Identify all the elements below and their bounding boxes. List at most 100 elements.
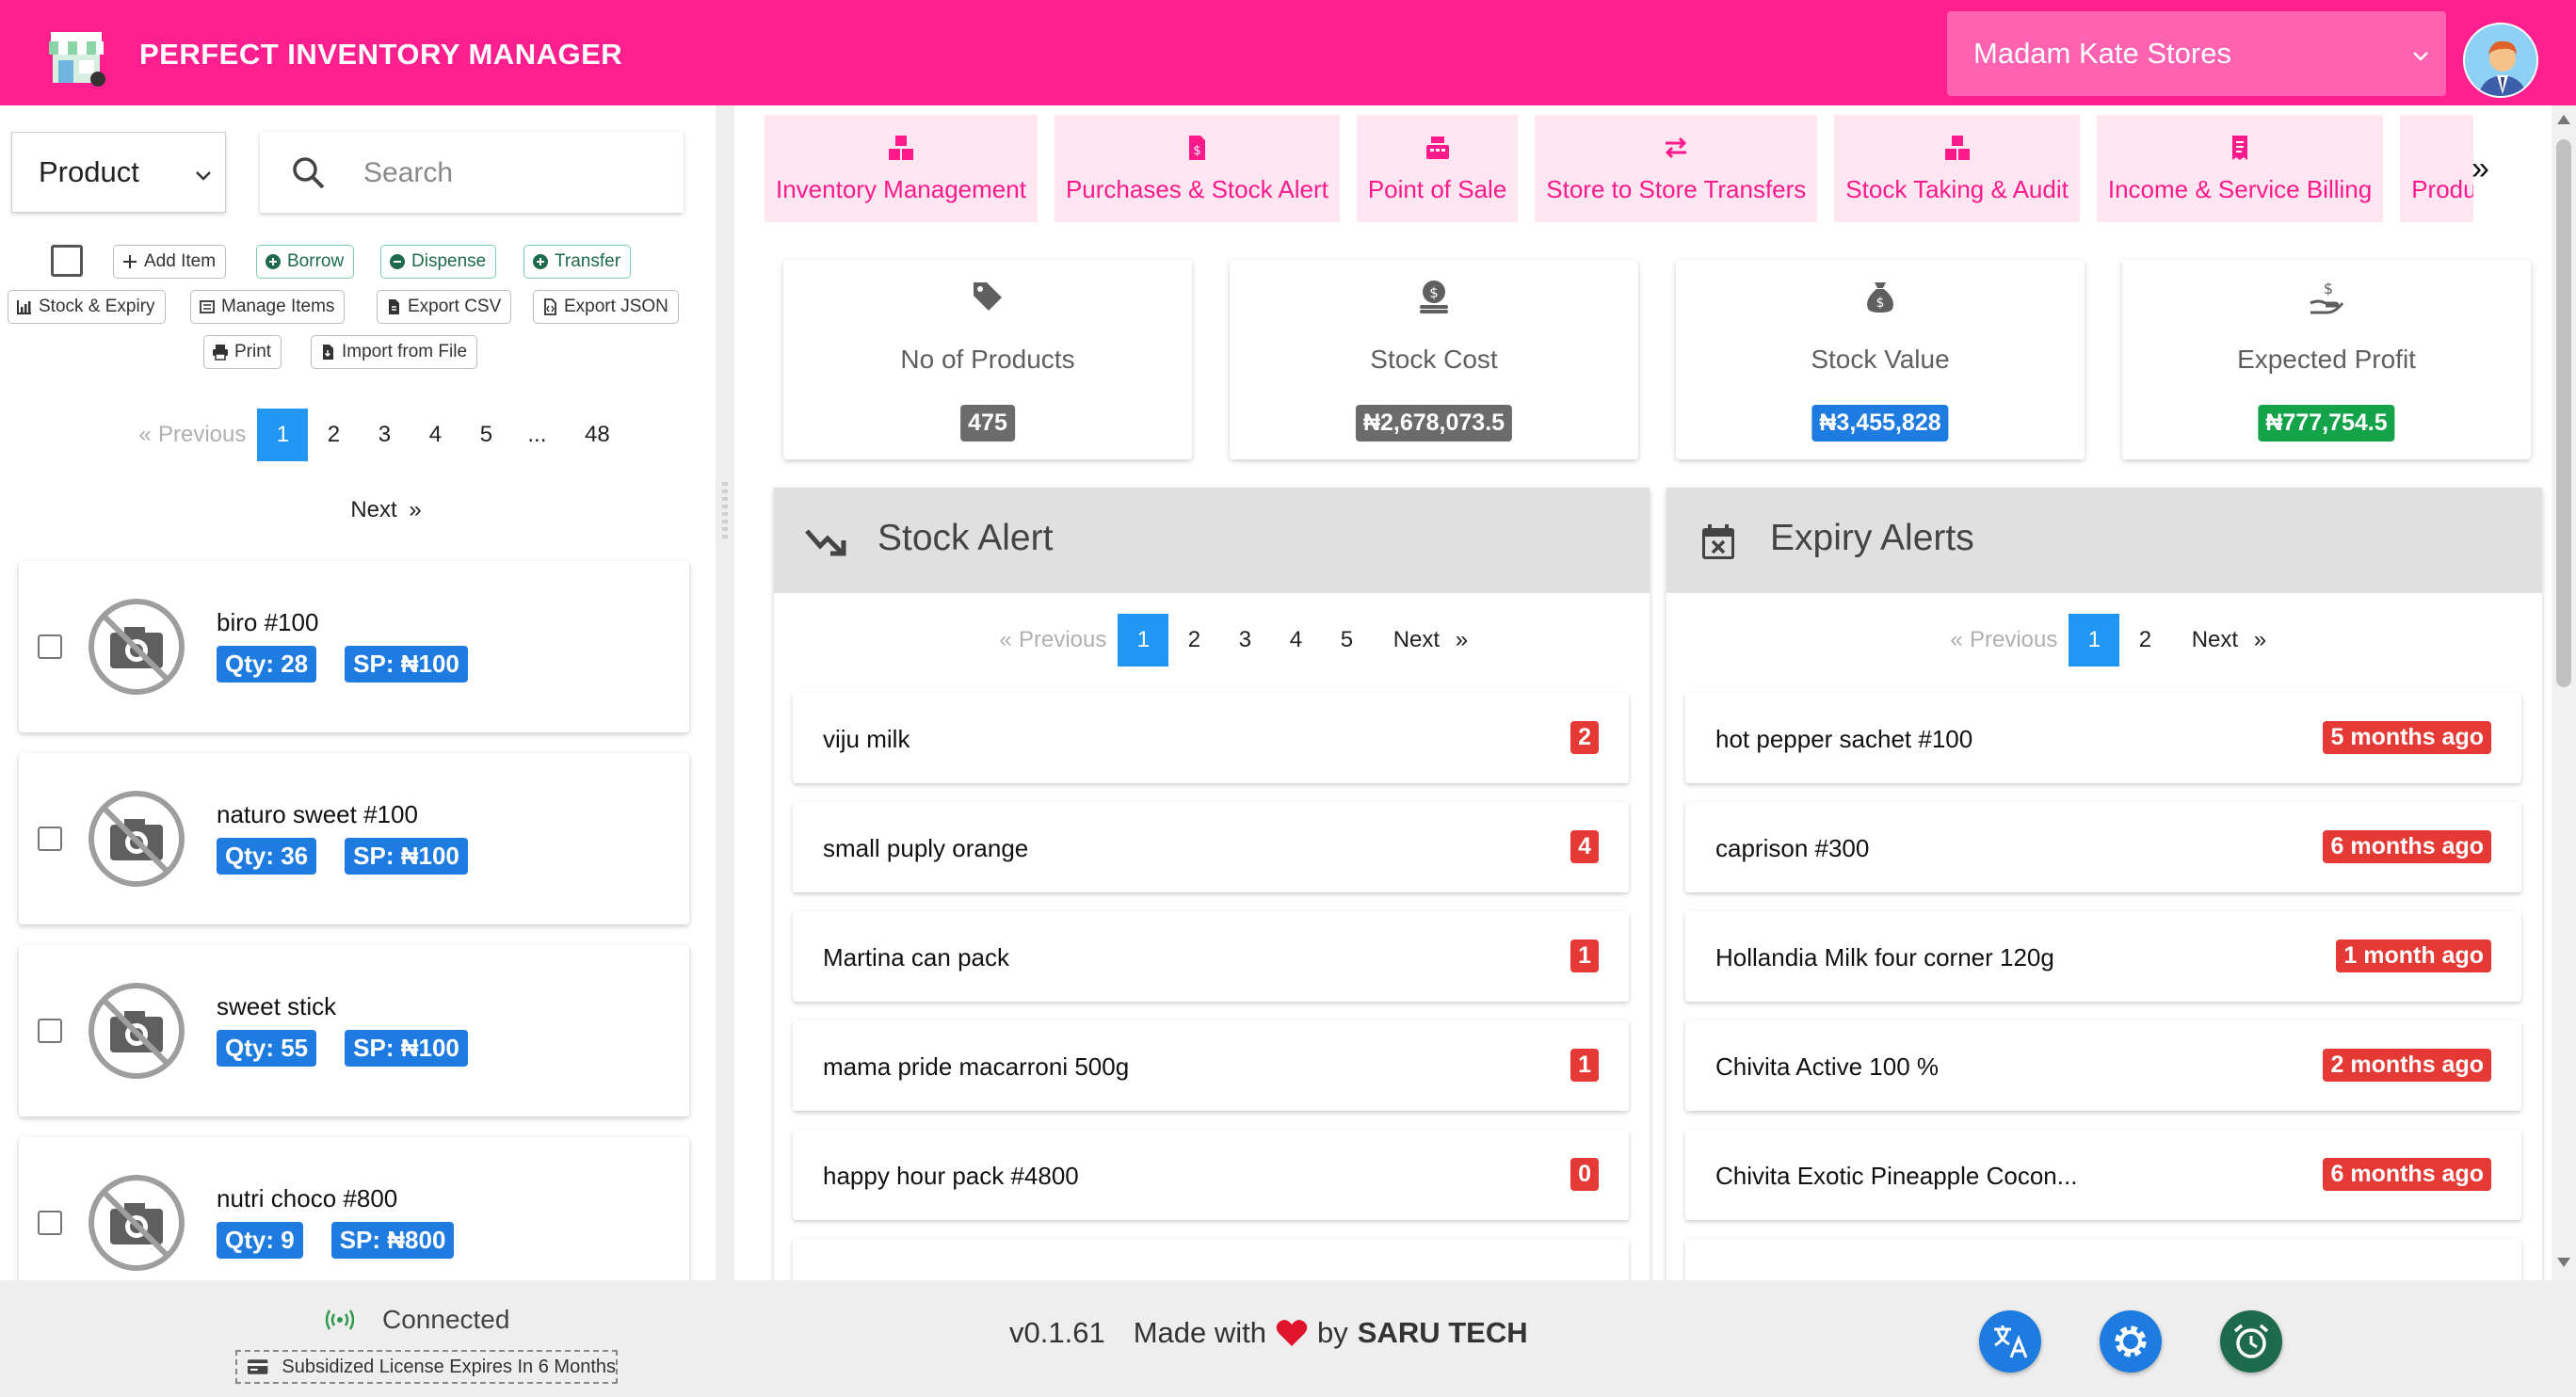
pagination-page[interactable]: 3 — [359, 409, 410, 461]
pagination-page[interactable]: 3 — [1219, 614, 1270, 666]
store-select-value: Madam Kate Stores — [1973, 37, 2231, 70]
swap-arrows-icon — [1666, 136, 1687, 159]
product-name: biro #100 — [217, 608, 319, 636]
stock-alert-row[interactable]: small puply orange 4 — [793, 802, 1629, 892]
pagination-page[interactable]: 4 — [410, 409, 460, 461]
tab-income-billing[interactable]: Income & Service Billing — [2096, 115, 2384, 222]
stock-alert-row-partial[interactable] — [793, 1239, 1629, 1280]
stock-alert-row[interactable]: happy hour pack #4800 0 — [793, 1130, 1629, 1220]
svg-text:$: $ — [2324, 280, 2333, 297]
pagination-previous[interactable]: Previous — [1970, 614, 2069, 666]
pagination-next[interactable]: Next — [2170, 614, 2246, 666]
import-file-button[interactable]: Import from File — [311, 335, 478, 369]
stock-alert-row[interactable]: mama pride macarroni 500g 1 — [793, 1020, 1629, 1111]
tab-purchases-stock-alert[interactable]: $ Purchases & Stock Alert — [1054, 115, 1340, 222]
pagination-page[interactable]: 1 — [2069, 614, 2120, 666]
tab-stock-taking-audit[interactable]: Stock Taking & Audit — [1834, 115, 2080, 222]
product-checkbox[interactable] — [38, 827, 62, 851]
stock-alert-row[interactable]: Martina can pack 1 — [793, 911, 1629, 1002]
add-item-button[interactable]: Add Item — [113, 245, 227, 279]
stock-alert-item: Martina can pack — [823, 943, 1009, 971]
stat-card-stock-cost: $ Stock Cost ₦2,678,073.5 — [1230, 260, 1638, 459]
expiry-alert-item: Chivita Active 100 % — [1715, 1052, 1940, 1081]
pagination-page[interactable]: 48 — [562, 409, 632, 461]
transfer-button[interactable]: Transfer — [523, 245, 632, 279]
list-icon — [200, 300, 215, 313]
translate-icon — [1994, 1325, 2028, 1358]
no-image-icon — [89, 791, 185, 887]
pagination-page[interactable]: 1 — [257, 409, 309, 461]
select-all-checkbox[interactable] — [51, 245, 83, 277]
expiry-alert-row[interactable]: caprison #300 6 months ago — [1685, 802, 2521, 892]
no-image-icon — [89, 983, 185, 1079]
stock-alert-row[interactable]: viju milk 2 — [793, 693, 1629, 783]
product-checkbox[interactable] — [38, 1019, 62, 1043]
stock-alert-item: mama pride macarroni 500g — [823, 1052, 1130, 1081]
language-button[interactable] — [1979, 1310, 2041, 1373]
credit-line: v0.1.61 Made with by SARU TECH — [1009, 1316, 1528, 1350]
stat-value: ₦2,678,073.5 — [1355, 405, 1513, 442]
expiry-alert-row[interactable]: hot pepper sachet #100 5 months ago — [1685, 693, 2521, 783]
product-checkbox[interactable] — [38, 634, 62, 659]
pagination-page[interactable]: 2 — [308, 409, 359, 461]
product-checkbox[interactable] — [38, 1211, 62, 1235]
chevron-down-icon — [2413, 52, 2428, 61]
product-card[interactable]: nutri choco #800 Qty: 9 SP: ₦800 — [19, 1137, 689, 1280]
tab-store-transfers[interactable]: Store to Store Transfers — [1535, 115, 1818, 222]
page-scrollbar[interactable] — [2552, 105, 2576, 1280]
scroll-down-icon[interactable] — [2557, 1258, 2570, 1267]
expiry-time-badge: 2 months ago — [2323, 1049, 2491, 1082]
license-text: Subsidized License Expires In 6 Months — [282, 1356, 616, 1377]
store-select[interactable]: Madam Kate Stores — [1947, 11, 2446, 96]
expiry-alert-row[interactable]: Hollandia Milk four corner 120g 1 month … — [1685, 911, 2521, 1002]
product-card[interactable]: naturo sweet #100 Qty: 36 SP: ₦100 — [19, 753, 689, 924]
pagination-ellipsis: ... — [527, 422, 547, 447]
pagination-page[interactable]: 2 — [1168, 614, 1219, 666]
expiry-alert-row[interactable]: Chivita Exotic Pineapple Cocon... 6 mont… — [1685, 1130, 2521, 1220]
user-avatar[interactable] — [2463, 23, 2538, 98]
product-card[interactable]: sweet stick Qty: 55 SP: ₦100 — [19, 945, 689, 1116]
expiry-alert-row-partial[interactable] — [1685, 1239, 2521, 1280]
pagination-page[interactable]: 2 — [2119, 614, 2170, 666]
file-import-icon — [323, 345, 333, 360]
stock-count-badge: 2 — [1570, 721, 1599, 754]
scrollbar-thumb[interactable] — [2556, 139, 2571, 687]
category-select[interactable]: Product — [11, 132, 226, 213]
stock-expiry-button[interactable]: Stock & Expiry — [8, 290, 166, 324]
product-panel: Product Search Add Item Borrow Dispense … — [0, 105, 716, 1280]
export-csv-button[interactable]: Export CSV — [377, 290, 512, 324]
pagination-prev-icon: « — [1950, 627, 1963, 652]
dispense-button[interactable]: Dispense — [380, 245, 497, 279]
tab-inventory-management[interactable]: Inventory Management — [765, 115, 1038, 222]
product-pagination-next: Next » — [350, 484, 426, 537]
manage-items-button[interactable]: Manage Items — [190, 290, 346, 324]
borrow-button[interactable]: Borrow — [256, 245, 355, 279]
pagination-page[interactable]: 1 — [1118, 614, 1169, 666]
tabs-scroll-right-icon[interactable]: » — [2471, 151, 2489, 187]
stock-alert-item: small puply orange — [823, 834, 1029, 862]
pagination-next[interactable]: Next — [1372, 614, 1447, 666]
pagination-next-icon: » — [1455, 627, 1469, 652]
product-card[interactable]: biro #100 Qty: 28 SP: ₦100 — [19, 561, 689, 732]
panel-splitter[interactable] — [716, 105, 734, 1280]
pagination-previous[interactable]: Previous — [1019, 614, 1118, 666]
user-avatar-icon — [2465, 24, 2536, 96]
scroll-up-icon[interactable] — [2557, 115, 2570, 124]
expiry-alert-row[interactable]: Chivita Active 100 % 2 months ago — [1685, 1020, 2521, 1111]
settings-button[interactable] — [2100, 1310, 2162, 1373]
pagination-page[interactable]: 5 — [460, 409, 511, 461]
drag-handle-icon[interactable] — [722, 482, 728, 542]
tab-point-of-sale[interactable]: Point of Sale — [1356, 115, 1519, 222]
stat-value: 475 — [960, 405, 1015, 442]
tab-label: Produ — [2411, 175, 2474, 203]
tab-products-truncated[interactable]: Produ — [2400, 115, 2474, 222]
pagination-page[interactable]: 5 — [1321, 614, 1372, 666]
export-json-button[interactable]: Export JSON — [533, 290, 679, 324]
print-button[interactable]: Print — [203, 335, 282, 369]
pagination-page[interactable]: 4 — [1270, 614, 1321, 666]
reminder-button[interactable] — [2220, 1310, 2282, 1373]
pagination-next[interactable]: Next — [350, 484, 397, 537]
stat-value: ₦3,455,828 — [1811, 405, 1949, 442]
search-input[interactable]: Search — [260, 132, 684, 213]
pagination-previous[interactable]: Previous — [158, 409, 257, 461]
